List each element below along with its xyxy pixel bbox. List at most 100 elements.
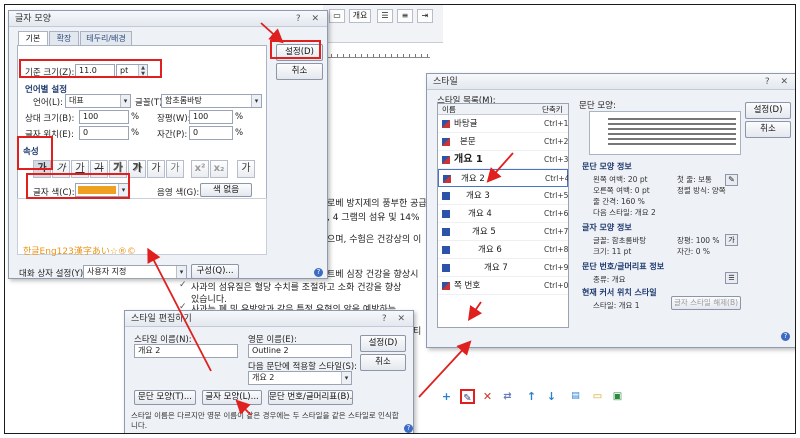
- shade-select[interactable]: 색 없음: [200, 183, 252, 197]
- ribbon-button[interactable]: ▭: [329, 9, 345, 23]
- check-icon: ✓: [179, 280, 187, 290]
- rel-size-value: 100: [83, 112, 99, 121]
- lang-label: 언어(L):: [33, 98, 63, 108]
- default-label: 대화 상자 설정(Y):: [19, 269, 87, 279]
- cancel-button[interactable]: 취소: [745, 121, 791, 138]
- ribbon-outline-button[interactable]: 개요: [349, 9, 371, 23]
- numbering-button[interactable]: 문단 번호/글머리표(B)...: [268, 390, 353, 405]
- folder-icon[interactable]: ▭: [590, 389, 605, 404]
- normal-button[interactable]: 가: [237, 160, 255, 178]
- style-key: Ctrl+7: [544, 227, 569, 236]
- indent-icon[interactable]: ⇥: [417, 9, 433, 23]
- style-icon: [442, 264, 450, 272]
- list-item[interactable]: 개요 5 Ctrl+7: [438, 223, 568, 241]
- style-list-header: 이름 단축키: [438, 104, 568, 115]
- cancel-button[interactable]: 취소: [276, 63, 323, 80]
- list-icon[interactable]: ☰: [377, 9, 393, 23]
- list-item[interactable]: 개요 3 Ctrl+5: [438, 187, 568, 205]
- list-item[interactable]: 개요 6 Ctrl+8: [438, 241, 568, 259]
- import-icon[interactable]: ▤: [568, 389, 583, 404]
- list-item[interactable]: 개요 4 Ctrl+6: [438, 205, 568, 223]
- help-icon[interactable]: ?: [404, 424, 413, 433]
- font-select[interactable]: 함초롬바탕 ▾: [161, 94, 262, 108]
- lang-value: 대표: [69, 96, 84, 105]
- rel-size-input[interactable]: 100: [79, 110, 129, 124]
- char-shape-button[interactable]: 글자 모양(L)...: [202, 390, 262, 405]
- dialog-title-bar: 스타일 편집하기 ? ✕: [125, 311, 413, 327]
- lang-select[interactable]: 대표 ▾: [65, 94, 131, 108]
- move-down-icon[interactable]: ↓: [544, 389, 559, 404]
- emboss-button[interactable]: 가: [147, 160, 165, 178]
- italic-button[interactable]: 가: [52, 160, 70, 178]
- base-size-unit[interactable]: pt ▲ ▼: [116, 64, 148, 78]
- width-label: 장평(W):: [157, 114, 191, 124]
- tab-extended[interactable]: 확장: [49, 31, 79, 45]
- move-up-icon[interactable]: ↑: [524, 389, 539, 404]
- style-name: 쪽 번호: [454, 281, 481, 291]
- width-input[interactable]: 100: [189, 110, 233, 124]
- base-size-input[interactable]: 11.0: [75, 64, 115, 78]
- delete-icon[interactable]: ✕: [480, 389, 495, 404]
- default-value: 사용자 지정: [87, 267, 127, 276]
- underline-button[interactable]: 가: [71, 160, 89, 178]
- para-shape-button[interactable]: 문단 모양(T)...: [134, 390, 196, 405]
- config-button[interactable]: 구성(Q)...: [191, 264, 239, 279]
- replace-icon[interactable]: ⇄: [500, 389, 515, 404]
- list-item[interactable]: 개요 1 Ctrl+3: [438, 151, 568, 169]
- chevron-down-icon[interactable]: ▾: [341, 372, 351, 384]
- pos-input[interactable]: 0: [79, 126, 129, 140]
- list-item-selected[interactable]: 개요 2 Ctrl+4: [438, 169, 568, 187]
- next-style-value: 개요 2: [252, 373, 275, 382]
- help-close-icons[interactable]: ? ✕: [296, 11, 323, 27]
- set-button[interactable]: 설정(D): [276, 44, 323, 61]
- spin-arrows-icon[interactable]: ▲ ▼: [138, 65, 147, 77]
- chevron-down-icon[interactable]: ▾: [120, 95, 130, 107]
- default-select[interactable]: 사용자 지정 ▾: [83, 265, 187, 279]
- help-icon[interactable]: ?: [314, 268, 323, 277]
- tab-border-bg[interactable]: 테두리/배경: [80, 31, 132, 45]
- strike-button[interactable]: 가: [90, 160, 108, 178]
- help-close-icons[interactable]: ? ✕: [765, 74, 792, 90]
- shadow-button[interactable]: 가: [128, 160, 146, 178]
- chevron-down-icon[interactable]: ▾: [118, 184, 128, 196]
- set-button[interactable]: 설정(D): [745, 102, 791, 119]
- engrave-button[interactable]: 가: [166, 160, 184, 178]
- style-key: Ctrl+8: [544, 245, 569, 254]
- chevron-down-icon[interactable]: ▾: [251, 95, 261, 107]
- list-item[interactable]: 본문 Ctrl+2: [438, 133, 568, 151]
- col-shortcut: 단축키: [542, 105, 563, 114]
- list-item[interactable]: 개요 7 Ctrl+9: [438, 259, 568, 277]
- bold-button[interactable]: 가: [33, 160, 51, 178]
- release-char-style-button[interactable]: 글자 스타일 해제(B): [671, 296, 741, 310]
- save-icon[interactable]: ▣: [610, 389, 625, 404]
- edit-style-icon[interactable]: ✎: [460, 389, 475, 404]
- superscript-icon[interactable]: x²: [191, 160, 209, 178]
- edit-para-icon[interactable]: ✎: [725, 174, 738, 186]
- style-name-input[interactable]: 개요 2: [134, 344, 238, 358]
- set-button[interactable]: 설정(D): [360, 335, 406, 352]
- preview-text: 한글Eng123漢字あい☆®©: [23, 247, 136, 257]
- color-select[interactable]: ▾: [75, 183, 129, 197]
- outline-button[interactable]: 가: [109, 160, 127, 178]
- eng-name-input[interactable]: Outline 2: [248, 344, 352, 358]
- pos-value: 0: [83, 128, 89, 137]
- kern-input[interactable]: 0: [189, 126, 233, 140]
- next-style-select[interactable]: 개요 2 ▾: [248, 371, 352, 385]
- ribbon-outline-label: 개요: [352, 11, 368, 20]
- numbered-list-icon[interactable]: ≡: [397, 9, 413, 23]
- subscript-icon[interactable]: x₂: [210, 160, 228, 178]
- tab-basic[interactable]: 기본: [18, 31, 48, 46]
- para-info-line: 왼쪽 여백: 20 pt: [593, 175, 648, 184]
- color-swatch: [78, 186, 116, 194]
- edit-char-icon[interactable]: 가: [725, 234, 738, 246]
- help-icon[interactable]: ?: [781, 332, 790, 341]
- chevron-down-icon[interactable]: ▾: [176, 266, 186, 278]
- edit-numbering-icon[interactable]: ☰: [725, 272, 738, 284]
- help-close-icons[interactable]: ? ✕: [382, 311, 409, 327]
- list-item[interactable]: 쪽 번호 Ctrl+0: [438, 277, 568, 295]
- dialog-title: 스타일 편집하기: [131, 314, 192, 324]
- cancel-button[interactable]: 취소: [360, 354, 406, 371]
- list-item[interactable]: 바탕글 Ctrl+1: [438, 115, 568, 133]
- style-list[interactable]: 이름 단축키 바탕글 Ctrl+1 본문 Ctrl+2 개요 1 Ctrl+3 개요 …: [437, 103, 569, 328]
- add-icon[interactable]: +: [439, 389, 454, 404]
